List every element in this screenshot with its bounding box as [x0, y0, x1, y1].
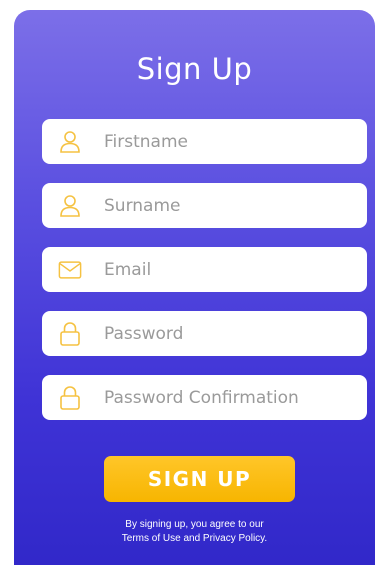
surname-input[interactable] [104, 183, 367, 228]
firstname-input[interactable] [104, 119, 367, 164]
email-field[interactable] [42, 247, 367, 292]
firstname-field[interactable] [42, 119, 367, 164]
surname-field[interactable] [42, 183, 367, 228]
password-confirmation-input[interactable] [104, 375, 367, 420]
password-confirmation-field[interactable] [42, 375, 367, 420]
signup-button[interactable]: SIGN UP [104, 456, 295, 502]
password-field[interactable] [42, 311, 367, 356]
email-input[interactable] [104, 247, 367, 292]
user-icon [58, 130, 82, 154]
terms-line-1: By signing up, you agree to our [125, 519, 264, 530]
lock-icon [58, 385, 82, 410]
page-title: Sign Up [136, 52, 253, 86]
terms-notice: By signing up, you agree to our Terms of… [14, 518, 375, 546]
mail-icon [58, 258, 82, 282]
terms-line-2[interactable]: Terms of Use and Privacy Policy. [14, 532, 375, 546]
user-icon [58, 194, 82, 218]
password-input[interactable] [104, 311, 367, 356]
lock-icon [58, 321, 82, 346]
signup-card: Sign Up Firstname Surname Email SIGN UP … [14, 10, 375, 565]
